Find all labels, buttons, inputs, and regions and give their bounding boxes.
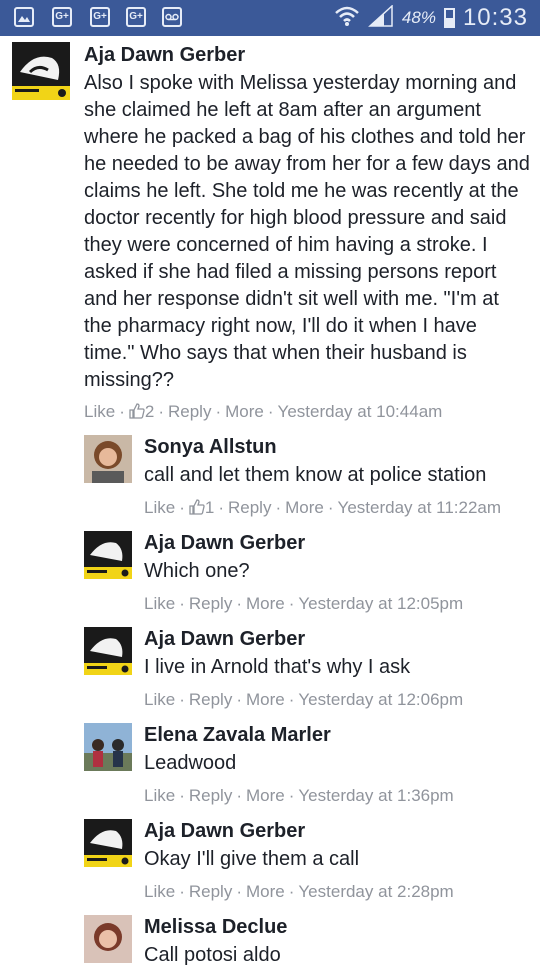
avatar[interactable] (84, 915, 132, 963)
wifi-icon (334, 5, 360, 32)
more-button[interactable]: More (285, 498, 324, 517)
timestamp[interactable]: Yesterday at 2:28pm (298, 882, 453, 901)
comment-actions: Like · Reply · More · Yesterday at 12:05pm (144, 594, 464, 613)
comment-text: I live in Arnold that's why I ask (144, 656, 411, 678)
timestamp[interactable]: Yesterday at 1:36pm (298, 786, 453, 805)
like-count: 1 (189, 498, 214, 517)
like-button[interactable]: Like (144, 690, 175, 709)
more-button[interactable]: More (225, 402, 264, 421)
comment-text: Which one? (144, 560, 250, 582)
reply-button[interactable]: Reply (189, 882, 232, 901)
avatar[interactable] (84, 531, 132, 579)
avatar[interactable] (84, 723, 132, 771)
battery-icon (443, 8, 455, 28)
like-button[interactable]: Like (144, 594, 175, 613)
status-bar: G+ G+ G+ 48% 10:33 (0, 0, 540, 36)
comment-actions: Like · Reply · More · Yesterday at 2:28pm (144, 882, 454, 901)
clock: 10:33 (462, 4, 528, 31)
like-button[interactable]: Like (144, 882, 175, 901)
reply-button[interactable]: Reply (189, 690, 232, 709)
comment-actions: Like · Reply · More · Yesterday at 12:06pm (144, 690, 464, 709)
like-button[interactable]: Like (84, 402, 115, 421)
more-button[interactable]: More (246, 690, 285, 709)
avatar[interactable] (84, 627, 132, 675)
voicemail-icon (162, 7, 182, 27)
avatar[interactable] (84, 435, 132, 483)
avatar[interactable] (84, 819, 132, 867)
comment-text: Okay I'll give them a call (144, 848, 360, 870)
comment-actions: Like · 1 · Reply · More · Yesterday at 11:22am (144, 498, 502, 517)
comment-text: call and let them know at police station (144, 464, 487, 486)
signal-icon (367, 3, 394, 32)
battery-percent: 48% (401, 8, 436, 27)
google-plus-icon: G+ (126, 7, 146, 27)
comment-author[interactable]: Melissa Declue (144, 916, 287, 939)
thumbs-up-icon (189, 499, 205, 515)
timestamp[interactable]: Yesterday at 12:06pm (298, 690, 463, 709)
google-plus-icon: G+ (52, 7, 72, 27)
like-count: 2 (129, 402, 154, 421)
timestamp[interactable]: Yesterday at 10:44am (278, 402, 443, 421)
comment-author[interactable]: Sonya Allstun (144, 436, 277, 459)
timestamp[interactable]: Yesterday at 11:22am (338, 498, 502, 517)
comment-author[interactable]: Aja Dawn Gerber (144, 628, 305, 651)
reply-button[interactable]: Reply (228, 498, 271, 517)
timestamp[interactable]: Yesterday at 12:05pm (298, 594, 463, 613)
comment-actions: Like · 2 · Reply · More · Yesterday at 10:44am (84, 402, 443, 421)
comment-text: Leadwood (144, 752, 237, 774)
comment-text: Call potosi aldo (144, 944, 281, 966)
more-button[interactable]: More (246, 786, 285, 805)
comment-author[interactable]: Elena Zavala Marler (144, 724, 331, 747)
reply-button[interactable]: Reply (189, 594, 232, 613)
like-button[interactable]: Like (144, 786, 175, 805)
gallery-icon (14, 7, 34, 27)
google-plus-icon: G+ (90, 7, 110, 27)
reply-button[interactable]: Reply (168, 402, 211, 421)
comment-author[interactable]: Aja Dawn Gerber (144, 532, 305, 555)
comment-author[interactable]: Aja Dawn Gerber (84, 44, 245, 67)
avatar[interactable] (12, 42, 70, 100)
like-button[interactable]: Like (144, 498, 175, 517)
comment-author[interactable]: Aja Dawn Gerber (144, 820, 305, 843)
reply-button[interactable]: Reply (189, 786, 232, 805)
thumbs-up-icon (129, 403, 145, 419)
comment-text: Also I spoke with Melissa yesterday morn… (84, 72, 530, 391)
more-button[interactable]: More (246, 882, 285, 901)
more-button[interactable]: More (246, 594, 285, 613)
comment-actions: Like · Reply · More · Yesterday at 1:36pm (144, 786, 454, 805)
